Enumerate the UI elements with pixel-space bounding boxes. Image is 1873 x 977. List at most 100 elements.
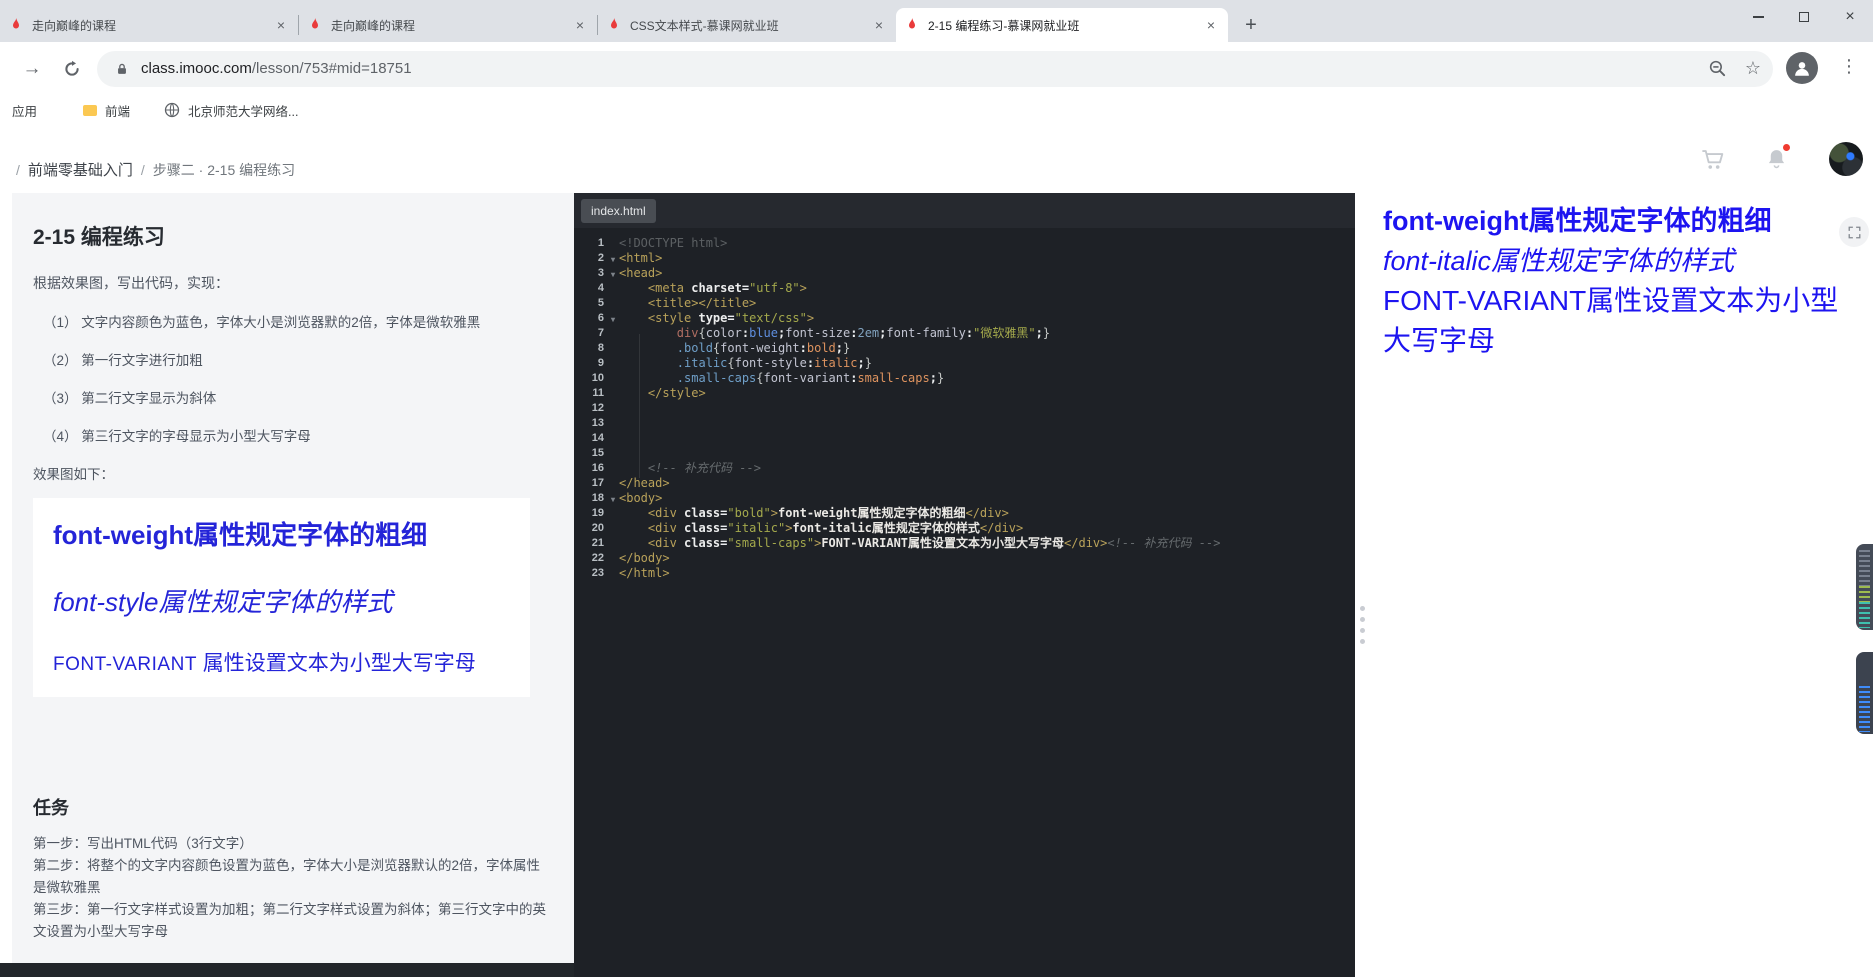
horizontal-scrollbar-thumb[interactable] [0, 963, 574, 977]
exercise-title: 2-15 编程练习 [33, 226, 165, 249]
globe-icon[interactable] [164, 102, 180, 118]
address-bar[interactable]: class.imooc.com/lesson/753#mid=18751 ☆ [97, 50, 1773, 87]
window-controls: × [1735, 0, 1873, 34]
site-header: / 前端零基础入门 / 步骤二 · 2-15 编程练习 [0, 125, 1873, 194]
code-line: 16 <!-- 补充代码 --> [591, 461, 761, 475]
tab-close-icon[interactable]: × [571, 16, 589, 34]
effect-line-bold: font-weight属性规定字体的粗细 [53, 520, 428, 550]
folder-icon[interactable] [83, 104, 98, 116]
bookmark-site-bnu[interactable]: 北京师范大学网络... [188, 101, 298, 120]
breadcrumb-slash: / [140, 161, 145, 178]
zoom-out-icon[interactable] [1708, 59, 1727, 78]
tab-title: 走向巅峰的课程 [32, 18, 117, 33]
user-avatar[interactable] [1829, 142, 1863, 176]
code-line: 9 .italic{font-style:italic;} [597, 356, 872, 370]
forward-icon[interactable]: → [20, 58, 44, 80]
exercise-intro: 根据效果图，写出代码，实现： [33, 275, 229, 291]
indent-guide [639, 334, 640, 478]
breadcrumb-lesson: 步骤二 · 2-15 编程练习 [152, 161, 296, 178]
code-line: 20 <div class="italic">font-italic属性规定字体… [591, 521, 1024, 535]
code-line: 17 </head> [591, 476, 670, 490]
profile-avatar-icon[interactable] [1786, 52, 1818, 84]
code-line: 19 <div class="bold">font-weight属性规定字体的粗… [591, 506, 1009, 520]
code-line: 7 div{color:blue;font-size:2em;font-fami… [597, 326, 1051, 340]
task-step: 第二步：将整个的文字内容颜色设置为蓝色，字体大小是浏览器默认的2倍，字体属性是微… [33, 858, 541, 895]
code-area[interactable]: 1<!DOCTYPE html>2<html>3<head>4 <meta ch… [574, 228, 1355, 977]
code-line: 18<body> [574, 491, 1355, 507]
bookmarks-bar: 应用 前端 北京师范大学网络... [0, 95, 1873, 126]
result-preview: font-weight属性规定字体的粗细 font-italic属性规定字体的样… [1355, 193, 1873, 977]
imooc-flame-icon [307, 17, 323, 33]
effect-line-smallcaps: FONT-VARIANT 属性设置文本为小型大写字母 [53, 652, 476, 675]
tab-strip: 走向巅峰的课程 × 走向巅峰的课程 × CSS文本样式-慕课网就业班 × 2-1… [0, 0, 1873, 42]
edge-widget-minimap-top[interactable] [1856, 544, 1873, 630]
requirement-item: （1） 文字内容颜色为蓝色，字体大小是浏览器默的2倍，字体是微软雅黑 [43, 315, 481, 330]
cart-icon[interactable] [1699, 146, 1726, 173]
reload-icon[interactable] [60, 60, 84, 78]
url-text: class.imooc.com/lesson/753#mid=18751 [141, 60, 412, 77]
bookmark-star-icon[interactable]: ☆ [1745, 58, 1761, 79]
tab-title: 2-15 编程练习-慕课网就业班 [928, 18, 1080, 33]
url-path: /lesson/753#mid=18751 [251, 60, 412, 77]
requirement-item: （4） 第三行文字的字母显示为小型大写字母 [43, 429, 311, 444]
code-line: 1 <!DOCTYPE html> [597, 236, 728, 250]
page-left-gutter [0, 193, 12, 963]
requirement-item: （2） 第一行文字进行加粗 [43, 353, 203, 368]
task-list: 第一步：写出HTML代码（3行文字） 第二步：将整个的文字内容颜色设置为蓝色，字… [33, 833, 552, 943]
tab-close-icon[interactable]: × [870, 16, 888, 34]
code-line: 2<html> [574, 251, 1355, 267]
fullscreen-icon[interactable] [1839, 217, 1869, 247]
bookmark-folder-frontend[interactable]: 前端 [105, 101, 130, 120]
code-line: 22 </body> [591, 551, 670, 565]
panel-resize-handle[interactable] [1360, 606, 1365, 644]
lock-icon[interactable] [115, 62, 129, 76]
breadcrumb-course-link[interactable]: 前端零基础入门 [28, 159, 133, 180]
code-line: 4 <meta charset="utf-8"> [597, 281, 807, 295]
close-button[interactable]: × [1827, 0, 1873, 34]
code-line: 3<head> [574, 266, 1355, 282]
tab-title: 走向巅峰的课程 [331, 18, 416, 33]
editor-file-tab[interactable]: index.html [581, 198, 656, 223]
browser-tab-3[interactable]: CSS文本样式-慕课网就业班 × [598, 8, 896, 42]
code-line: 21 <div class="small-caps">FONT-VARIANT属… [591, 536, 1221, 550]
code-line: 14 [591, 432, 604, 444]
editor-header: index.html [574, 193, 1355, 228]
browser-tab-2[interactable]: 走向巅峰的课程 × [299, 8, 597, 42]
imooc-flame-icon [8, 17, 24, 33]
maximize-button[interactable] [1781, 0, 1827, 34]
preview-line-smallcaps: FONT-VARIANT属性设置文本为小型大写字母 [1383, 285, 1839, 356]
task-step: 第三步：第一行文字样式设置为加粗；第二行文字样式设置为斜体；第三行文字中的英文设… [33, 902, 546, 939]
breadcrumb-slash: / [16, 161, 20, 178]
tab-close-icon[interactable]: × [272, 16, 290, 34]
breadcrumb: / 前端零基础入门 / 步骤二 · 2-15 编程练习 [8, 159, 295, 180]
browser-tab-1[interactable]: 走向巅峰的课程 × [0, 8, 298, 42]
code-line: 23 </html> [591, 566, 670, 580]
task-step: 第一步：写出HTML代码（3行文字） [33, 836, 253, 851]
new-tab-button[interactable]: + [1237, 11, 1265, 39]
code-line: 5 <title></title> [597, 296, 757, 310]
code-line: 15 [591, 447, 604, 459]
code-line: 13 [591, 417, 604, 429]
effect-line-italic: font-style属性规定字体的样式 [53, 587, 393, 617]
tab-close-icon[interactable]: × [1202, 16, 1220, 34]
preview-line-bold: font-weight属性规定字体的粗细 [1383, 206, 1772, 236]
header-icons [1699, 142, 1863, 176]
preview-line-italic: font-italic属性规定字体的样式 [1383, 246, 1735, 276]
code-line: 12 [591, 402, 604, 414]
imooc-flame-icon [606, 17, 622, 33]
imooc-flame-icon [904, 17, 920, 33]
code-editor[interactable]: index.html 1<!DOCTYPE html>2<html>3<head… [574, 193, 1355, 977]
browser-tab-4-active[interactable]: 2-15 编程练习-慕课网就业班 × [896, 8, 1228, 42]
task-title: 任务 [33, 798, 69, 818]
browser-menu-icon[interactable]: ⋮ [1839, 56, 1859, 77]
code-line: 10 .small-caps{font-variant:small-caps;} [591, 371, 945, 385]
browser-toolbar: → class.imooc.com/lesson/753#mid=18751 ☆ [0, 42, 1873, 95]
code-line: 6 <style type="text/css"> [574, 311, 1355, 327]
edge-widget-minimap-bottom[interactable] [1856, 652, 1873, 734]
code-line: 8 .bold{font-weight:bold;} [597, 341, 851, 355]
minimize-button[interactable] [1735, 0, 1781, 34]
notification-bell-icon[interactable] [1764, 143, 1790, 172]
bookmark-apps[interactable]: 应用 [12, 101, 37, 120]
effect-image-label: 效果图如下： [33, 467, 114, 482]
exercise-panel: 2-15 编程练习 根据效果图，写出代码，实现： （1） 文字内容颜色为蓝色，字… [12, 193, 574, 963]
